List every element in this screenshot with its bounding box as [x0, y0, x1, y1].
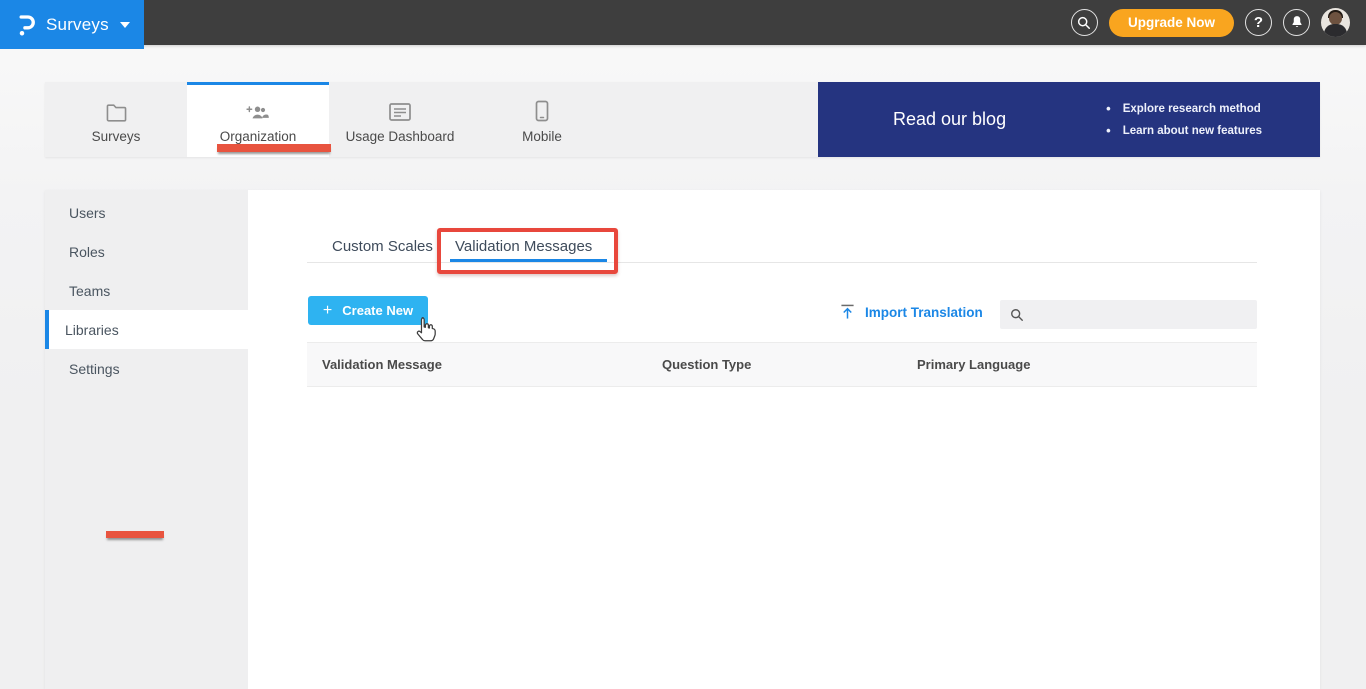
blog-promo-banner[interactable]: Read our blog Explore research method Le… [818, 82, 1320, 157]
annotation-box-validation-messages [437, 228, 618, 274]
mouse-cursor-pointer [414, 316, 437, 343]
upgrade-now-button[interactable]: Upgrade Now [1108, 8, 1234, 37]
brand-label: Surveys [46, 14, 109, 34]
sidebar-item-settings[interactable]: Settings [45, 349, 248, 388]
sidebar-item-libraries[interactable]: Libraries [45, 310, 248, 349]
import-upload-icon [841, 304, 854, 319]
import-translation-link[interactable]: Import Translation [840, 304, 983, 320]
nav-tab-usage-dashboard[interactable]: Usage Dashboard [329, 82, 471, 157]
annotation-underline-organization [217, 144, 331, 152]
help-icon[interactable]: ? [1245, 9, 1272, 36]
mobile-icon [535, 98, 549, 122]
user-avatar[interactable] [1321, 8, 1350, 37]
import-translation-label: Import Translation [865, 304, 983, 320]
magnifier-glyph [1078, 16, 1091, 29]
notifications-bell-icon[interactable] [1283, 9, 1310, 36]
nav-tab-surveys[interactable]: Surveys [45, 82, 187, 157]
sidebar-item-roles[interactable]: Roles [45, 232, 248, 271]
organization-panel: Users Roles Teams Libraries Settings Cus… [45, 190, 1320, 689]
top-bar: Upgrade Now ? [0, 0, 1366, 45]
promo-bullet-list: Explore research method Learn about new … [1106, 101, 1262, 138]
settings-sidebar: Users Roles Teams Libraries Settings [45, 190, 248, 689]
add-people-icon [245, 98, 271, 122]
promo-title: Read our blog [893, 109, 1007, 129]
search-icon [1011, 308, 1023, 321]
promo-bullet: Explore research method [1106, 101, 1262, 116]
create-new-label: Create New [342, 303, 414, 318]
create-new-button[interactable]: + Create New [308, 296, 428, 325]
column-validation-message: Validation Message [322, 357, 442, 372]
avatar-shoulders [1324, 24, 1347, 37]
dashboard-icon [388, 98, 412, 122]
sidebar-item-users[interactable]: Users [45, 193, 248, 232]
questionpro-logo [19, 15, 35, 36]
annotation-underline-libraries [106, 531, 164, 538]
column-question-type: Question Type [662, 357, 752, 372]
folder-icon [105, 98, 128, 122]
tab-custom-scales[interactable]: Custom Scales [332, 238, 433, 255]
table-search-box[interactable] [1000, 300, 1257, 329]
search-icon[interactable] [1070, 9, 1098, 36]
chevron-down-icon [119, 21, 130, 28]
promo-bullet: Learn about new features [1106, 123, 1262, 138]
plus-icon: + [322, 301, 333, 319]
product-switcher[interactable]: Surveys [0, 0, 144, 49]
search-input[interactable] [1032, 307, 1242, 322]
column-primary-language: Primary Language [917, 357, 1031, 372]
nav-tab-mobile[interactable]: Mobile [471, 82, 613, 157]
sidebar-item-teams[interactable]: Teams [45, 271, 248, 310]
table-header-row: Validation Message Question Type Primary… [307, 342, 1257, 387]
